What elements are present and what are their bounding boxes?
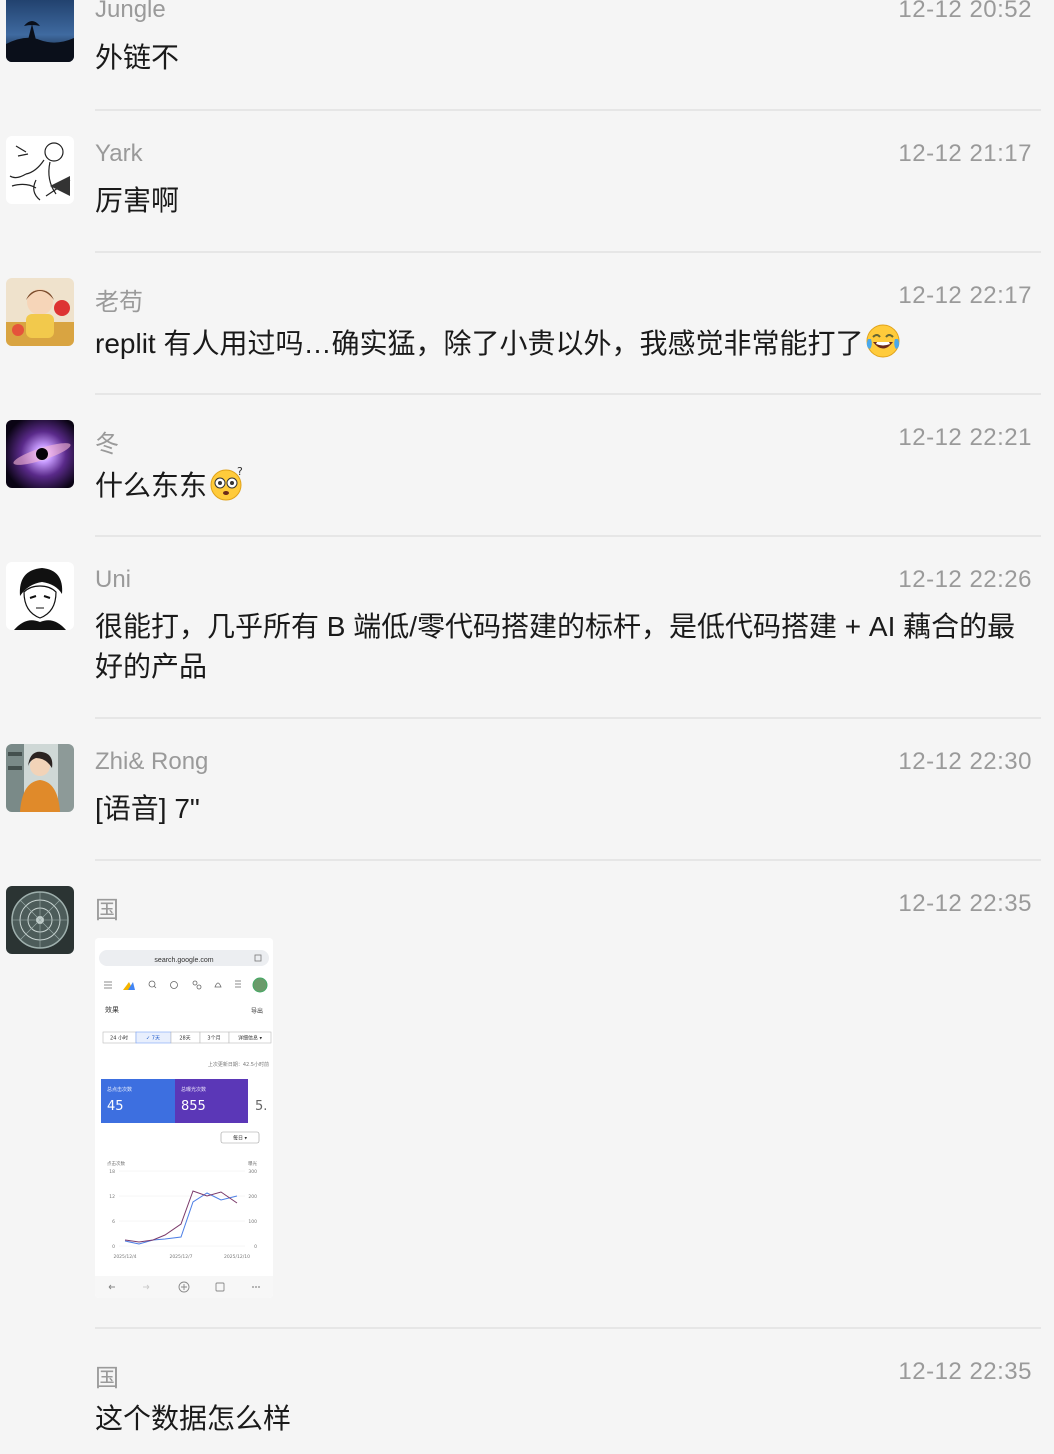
message-time: 12-12 22:21 <box>898 424 1032 451</box>
avatar[interactable] <box>6 562 74 630</box>
message-time: 12-12 22:30 <box>898 748 1032 775</box>
metric-value: 855 <box>181 1099 206 1114</box>
avatar[interactable] <box>6 278 74 346</box>
left-axis-label: 点击次数 <box>107 1160 125 1167</box>
x-tick: 2025/12/10 <box>224 1254 250 1260</box>
message-text-content: replit 有人用过吗…确实猛，除了小贵以外，我感觉非常能打了 <box>95 328 864 359</box>
message-text[interactable]: 外链不 <box>95 38 1035 78</box>
voice-message[interactable]: [语音] 7" <box>95 789 1035 829</box>
sender-name: 国 <box>95 897 119 924</box>
export-label: 导出 <box>251 1007 263 1015</box>
message-time: 12-12 22:17 <box>898 282 1032 309</box>
avatar[interactable] <box>6 420 74 488</box>
metric-value: 5. <box>255 1099 267 1114</box>
shared-screenshot-image[interactable]: search.google.com 效果 导出 24 小时 ✓ 7天 28天 3… <box>95 938 273 1298</box>
right-tick: 0 <box>254 1244 257 1250</box>
avatar[interactable] <box>6 744 74 812</box>
right-tick: 100 <box>248 1219 257 1225</box>
message-divider <box>95 717 1041 719</box>
range-chip: 24 小时 <box>110 1035 128 1042</box>
message-text[interactable]: replit 有人用过吗…确实猛，除了小贵以外，我感觉非常能打了 <box>95 323 1035 364</box>
left-tick: 12 <box>109 1194 115 1200</box>
range-chip: 3个月 <box>207 1036 220 1042</box>
message-divider <box>95 535 1041 537</box>
updated-text: 上次更新日期：42.5小时前 <box>208 1061 269 1068</box>
avatar[interactable] <box>6 886 74 954</box>
sender-name: 冬 <box>95 431 119 458</box>
section-title: 效果 <box>105 1005 119 1014</box>
sender-name: Yark <box>95 140 143 167</box>
avatar[interactable] <box>6 0 74 62</box>
sender-name: 国 <box>95 1365 119 1392</box>
message-text[interactable]: 这个数据怎么样 <box>95 1399 1035 1439</box>
message-divider <box>95 251 1041 253</box>
left-tick: 18 <box>109 1169 115 1175</box>
sender-name: Zhi& Rong <box>95 748 209 775</box>
message-time: 12-12 22:35 <box>898 1358 1032 1385</box>
right-axis-label: 曝光 <box>248 1160 257 1167</box>
metric-label: 总曝光次数 <box>181 1086 206 1093</box>
sender-name: Uni <box>95 566 132 593</box>
svg-text:?: ? <box>237 465 243 478</box>
avatar[interactable] <box>6 136 74 204</box>
right-tick: 200 <box>248 1194 257 1200</box>
x-tick: 2025/12/4 <box>113 1254 136 1260</box>
granularity-select: 每日 ▾ <box>233 1135 248 1142</box>
range-chip: 详细信息 ▾ <box>238 1035 263 1042</box>
sender-name: 老苟 <box>95 289 143 316</box>
message-divider <box>95 393 1041 395</box>
x-tick: 2025/12/7 <box>169 1254 192 1260</box>
search-console-screenshot: search.google.com 效果 导出 24 小时 ✓ 7天 28天 3… <box>95 938 273 1298</box>
tears-of-joy-emoji <box>865 323 901 359</box>
message-time: 12-12 20:52 <box>898 0 1032 23</box>
left-tick: 6 <box>112 1219 115 1225</box>
message-time: 12-12 22:35 <box>898 890 1032 917</box>
range-chip: ✓ 7天 <box>146 1036 160 1042</box>
url-text: search.google.com <box>154 957 213 964</box>
dizzy-face-emoji: ? <box>209 465 245 501</box>
message-divider <box>95 1327 1041 1329</box>
message-text[interactable]: 很能打，几乎所有 B 端低/零代码搭建的标杆，是低代码搭建 + AI 藕合的最好… <box>95 607 1035 687</box>
message-divider <box>95 109 1041 111</box>
sender-name: Jungle <box>95 0 166 23</box>
range-chip: 28天 <box>179 1036 190 1042</box>
message-time: 12-12 22:26 <box>898 566 1032 593</box>
right-tick: 300 <box>248 1169 257 1175</box>
message-divider <box>95 859 1041 861</box>
message-text-content: 什么东东 <box>95 470 208 501</box>
metric-label: 总点击次数 <box>107 1086 132 1093</box>
message-time: 12-12 21:17 <box>898 140 1032 167</box>
message-text[interactable]: 什么东东 ? <box>95 465 1035 506</box>
left-tick: 0 <box>112 1244 115 1250</box>
metric-value: 45 <box>107 1099 124 1114</box>
chat-message-list[interactable]: Jungle 12-12 20:52 外链不 Yark 12-12 21:17 … <box>0 0 1054 1454</box>
message-text[interactable]: 厉害啊 <box>95 181 1035 221</box>
